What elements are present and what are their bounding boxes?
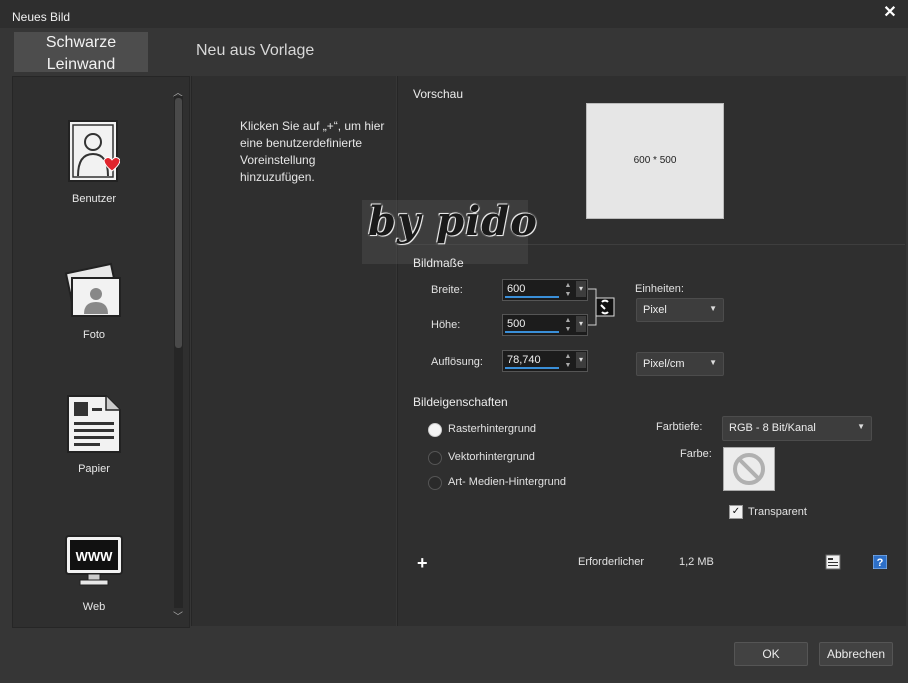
units-label: Einheiten: (635, 283, 684, 295)
preview-canvas: 600 * 500 (586, 103, 724, 219)
resolution-unit-select[interactable]: Pixel/cm ▼ (636, 352, 724, 376)
dimensions-heading: Bildmaße (413, 256, 464, 270)
category-paper-label: Papier (78, 463, 110, 475)
category-user-label: Benutzer (71, 193, 117, 205)
title-bar (0, 0, 908, 29)
resolution-value: 78,740 (507, 354, 541, 366)
category-paper[interactable]: Papier (44, 394, 144, 475)
memory-info-icon[interactable] (825, 554, 841, 570)
resolution-unit-value: Pixel/cm (643, 358, 685, 370)
height-dropdown[interactable]: ▾ (576, 316, 586, 332)
chevron-down-icon: ▼ (709, 304, 717, 313)
tab-label-line1: Schwarze (45, 34, 117, 51)
category-photo[interactable]: Foto (44, 262, 144, 341)
tab-blank-canvas[interactable]: Schwarze Leinwand (14, 32, 148, 73)
help-icon[interactable]: ? (873, 555, 887, 569)
width-dropdown[interactable]: ▾ (576, 281, 586, 297)
svg-text:?: ? (877, 557, 884, 569)
category-photo-label: Foto (82, 329, 105, 341)
height-input[interactable]: 500 ▲ ▼ ▾ (502, 314, 588, 336)
color-depth-label: Farbtiefe: (656, 421, 703, 433)
required-memory-value: 1,2 MB (679, 556, 714, 568)
svg-text:WWW: WWW (76, 549, 114, 564)
document-icon (67, 395, 121, 453)
width-value: 600 (507, 283, 526, 295)
preset-hint: Klicken Sie auf „+“, um hier eine benutz… (240, 119, 385, 184)
width-input[interactable]: 600 ▲ ▼ ▾ (502, 279, 588, 301)
tab-label-line2: Leinwand (46, 56, 116, 73)
transparent-label[interactable]: Transparent (748, 506, 807, 518)
resolution-spinner[interactable]: ▲ ▼ (563, 352, 573, 370)
transparent-checkbox[interactable]: ✓ (729, 505, 743, 519)
height-spinner[interactable]: ▲ ▼ (563, 316, 573, 334)
height-value: 500 (507, 318, 526, 330)
user-icon (68, 120, 121, 182)
chevron-down-icon: ▼ (857, 422, 865, 431)
preview-heading: Vorschau (413, 87, 464, 101)
art-media-background-label[interactable]: Art- Medien-Hintergrund (448, 476, 566, 488)
properties-heading: Bildeigenschaften (413, 395, 508, 409)
raster-background-label[interactable]: Rasterhintergrund (448, 423, 536, 435)
tab-from-template[interactable]: Neu aus Vorlage (196, 42, 314, 60)
color-depth-select[interactable]: RGB - 8 Bit/Kanal ▼ (722, 416, 872, 441)
link-aspect-icon[interactable] (588, 288, 616, 326)
category-user[interactable]: Benutzer (44, 120, 144, 205)
width-spinner[interactable]: ▲ ▼ (563, 281, 573, 299)
scrollbar-thumb[interactable] (175, 98, 182, 348)
color-depth-value: RGB - 8 Bit/Kanal (729, 422, 816, 434)
cancel-button[interactable]: Abbrechen (819, 642, 893, 666)
chevron-down-icon: ▼ (709, 358, 717, 367)
resolution-input[interactable]: 78,740 ▲ ▼ ▾ (502, 350, 588, 372)
height-label: Höhe: (431, 319, 461, 331)
vector-background-radio[interactable] (428, 451, 442, 465)
add-preset-icon[interactable]: + (417, 553, 428, 574)
web-monitor-icon: WWW (65, 535, 123, 586)
photo-icon (64, 262, 121, 317)
required-memory-label: Erforderlicher (578, 556, 645, 568)
units-value: Pixel (643, 304, 667, 316)
no-color-icon (733, 453, 765, 485)
scroll-down-arrow[interactable]: ﹀ (172, 608, 184, 623)
ok-button[interactable]: OK (734, 642, 808, 666)
art-media-background-radio[interactable] (428, 476, 442, 490)
close-icon[interactable]: ✕ (878, 3, 902, 23)
color-swatch[interactable] (723, 447, 775, 491)
category-web-label: Web (82, 601, 106, 613)
resolution-dropdown[interactable]: ▾ (576, 352, 586, 368)
units-select[interactable]: Pixel ▼ (636, 298, 724, 322)
color-label: Farbe: (680, 448, 712, 460)
vector-background-label[interactable]: Vektorhintergrund (448, 451, 535, 463)
window-title: Neues Bild (12, 10, 71, 24)
resolution-label: Auflösung: (431, 356, 483, 368)
width-label: Breite: (431, 284, 463, 296)
watermark-text: by pido (368, 198, 538, 245)
category-web[interactable]: WWW Web (44, 534, 144, 613)
raster-background-radio[interactable] (428, 423, 442, 437)
